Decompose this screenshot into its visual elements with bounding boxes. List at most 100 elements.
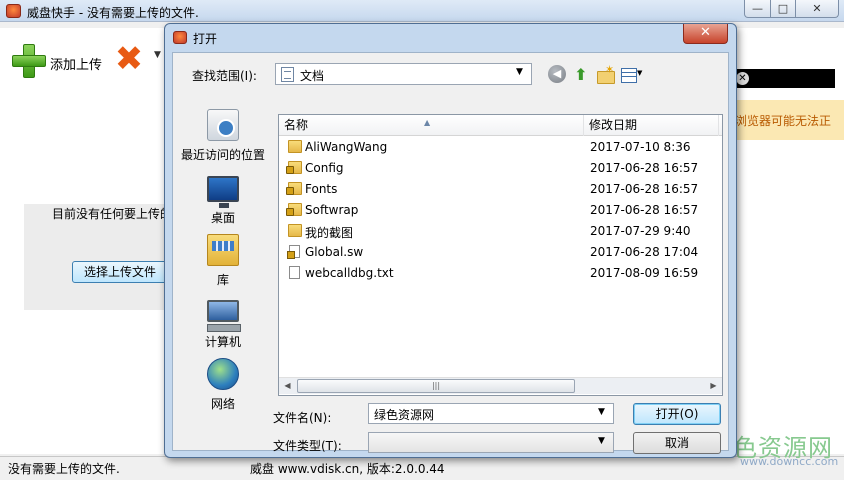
locked-folder-icon	[286, 203, 302, 216]
dialog-body: 查找范围(I): 文档 ▼ ◀ ⬆ 最近访问的位置 桌面 库	[172, 52, 729, 454]
places-bar: 最近访问的位置 桌面 库 计算机 网络	[173, 109, 273, 411]
new-folder-icon[interactable]	[595, 63, 615, 85]
delete-button[interactable]: ✖ ▼	[112, 40, 164, 76]
notification-bar	[735, 69, 835, 88]
cancel-button[interactable]: 取消	[633, 432, 721, 454]
place-recent[interactable]: 最近访问的位置	[175, 109, 271, 169]
place-desktop[interactable]: 桌面	[175, 172, 271, 232]
app-logo-icon	[6, 4, 21, 18]
add-upload-button[interactable]: 添加上传	[8, 36, 108, 78]
scroll-thumb[interactable]: |||	[297, 379, 575, 393]
choose-upload-file-button[interactable]: 选择上传文件	[72, 261, 168, 283]
desktop-icon	[207, 176, 239, 208]
place-label: 网络	[210, 397, 235, 411]
place-libraries[interactable]: 库	[175, 234, 271, 294]
file-row[interactable]: 我的截图 2017-07-29 9:40	[279, 221, 722, 242]
right-panel	[735, 30, 844, 454]
dialog-title: 打开	[193, 32, 218, 46]
status-message: 没有需要上传的文件.	[8, 462, 120, 476]
text-file-icon	[289, 266, 300, 279]
file-date: 2017-06-28 16:57	[590, 203, 699, 217]
delete-x-icon: ✖	[114, 39, 144, 79]
file-row[interactable]: Fonts 2017-06-28 16:57	[279, 179, 722, 200]
file-name: Softwrap	[305, 203, 359, 217]
file-name-label: 文件名(N):	[273, 411, 332, 425]
file-type-dropdown[interactable]: ▼	[368, 432, 614, 453]
dialog-logo-icon	[173, 31, 187, 44]
file-date: 2017-06-28 16:57	[590, 182, 699, 196]
locked-folder-icon	[286, 161, 302, 174]
scroll-right-icon[interactable]: ▶	[705, 378, 722, 395]
close-button[interactable]: ✕	[795, 0, 839, 18]
locked-folder-icon	[286, 182, 302, 195]
file-name: 我的截图	[305, 226, 354, 240]
file-row[interactable]: webcalldbg.txt 2017-08-09 16:59	[279, 263, 722, 284]
file-date: 2017-06-28 17:04	[590, 245, 699, 259]
network-icon	[207, 358, 239, 390]
file-row[interactable]: Softwrap 2017-06-28 16:57	[279, 200, 722, 221]
column-header-more[interactable]	[719, 115, 722, 136]
look-in-value: 文档	[300, 69, 325, 83]
close-circle-icon[interactable]: ✕	[736, 72, 749, 85]
file-name: AliWangWang	[305, 140, 388, 154]
chevron-down-icon: ▼	[516, 67, 523, 77]
locked-file-icon	[287, 245, 300, 259]
place-label: 计算机	[204, 335, 241, 349]
dialog-titlebar[interactable]: 打开 ✕	[165, 24, 736, 50]
dropdown-caret-icon[interactable]: ▼	[154, 50, 161, 60]
place-network[interactable]: 网络	[175, 358, 271, 418]
folder-icon	[288, 224, 302, 237]
app-title: 威盘快手 - 没有需要上传的文件.	[27, 6, 199, 20]
view-menu-icon[interactable]	[620, 65, 646, 85]
maximize-button[interactable]: □	[770, 0, 796, 18]
chevron-down-icon: ▼	[598, 436, 605, 446]
file-date: 2017-07-29 9:40	[590, 224, 691, 238]
open-file-dialog: 打开 ✕ 查找范围(I): 文档 ▼ ◀ ⬆ 最近访问的位置 桌面 库	[164, 23, 737, 458]
watermark-url: www.downcc.com	[740, 455, 839, 468]
minimize-button[interactable]: —	[744, 0, 771, 18]
recent-places-icon	[207, 109, 239, 141]
file-name: webcalldbg.txt	[305, 266, 394, 280]
place-label: 桌面	[210, 211, 235, 225]
column-header-date[interactable]: 修改日期	[584, 115, 719, 136]
documents-icon	[281, 67, 294, 82]
file-row[interactable]: Config 2017-06-28 16:57	[279, 158, 722, 179]
file-name: Config	[305, 161, 344, 175]
horizontal-scrollbar[interactable]: ◀ ||| ▶	[279, 377, 722, 394]
computer-icon	[207, 300, 241, 332]
status-version: 威盘 www.vdisk.cn, 版本:2.0.0.44	[250, 462, 445, 476]
empty-state-message: 目前没有任何要上传的	[52, 207, 173, 221]
open-button[interactable]: 打开(O)	[633, 403, 721, 425]
add-upload-label: 添加上传	[50, 58, 103, 73]
file-row[interactable]: Global.sw 2017-06-28 17:04	[279, 242, 722, 263]
file-list[interactable]: 名称 ▲ 修改日期 AliWangWang 2017-07-10 8:36 Conf…	[278, 114, 723, 396]
file-row[interactable]: AliWangWang 2017-07-10 8:36	[279, 137, 722, 158]
file-date: 2017-08-09 16:59	[590, 266, 699, 280]
file-type-label: 文件类型(T):	[273, 439, 342, 453]
list-header: 名称 ▲ 修改日期	[279, 115, 722, 136]
sort-ascending-icon: ▲	[424, 118, 431, 127]
plus-icon	[12, 44, 46, 78]
back-icon[interactable]: ◀	[548, 65, 566, 83]
file-date: 2017-06-28 16:57	[590, 161, 699, 175]
warning-text: 浏览器可能无法正	[735, 114, 832, 128]
up-folder-icon[interactable]: ⬆	[571, 65, 591, 85]
scroll-left-icon[interactable]: ◀	[279, 378, 296, 395]
column-name-label: 名称	[284, 118, 309, 132]
libraries-icon	[207, 234, 239, 266]
dialog-close-button[interactable]: ✕	[683, 24, 728, 44]
chevron-down-icon[interactable]: ▼	[598, 407, 605, 417]
app-titlebar: 威盘快手 - 没有需要上传的文件. — □ ✕	[0, 0, 844, 22]
file-date: 2017-07-10 8:36	[590, 140, 691, 154]
folder-icon	[288, 140, 302, 153]
place-computer[interactable]: 计算机	[175, 296, 271, 356]
file-name: Global.sw	[305, 245, 364, 259]
file-name: Fonts	[305, 182, 338, 196]
column-header-name[interactable]: 名称 ▲	[279, 115, 584, 136]
file-name-value: 绿色资源网	[374, 408, 435, 422]
look-in-label: 查找范围(I):	[192, 69, 257, 83]
look-in-dropdown[interactable]: 文档 ▼	[275, 63, 532, 85]
place-label: 库	[216, 273, 229, 287]
file-name-input[interactable]: 绿色资源网 ▼	[368, 403, 614, 424]
place-label: 最近访问的位置	[180, 148, 265, 162]
